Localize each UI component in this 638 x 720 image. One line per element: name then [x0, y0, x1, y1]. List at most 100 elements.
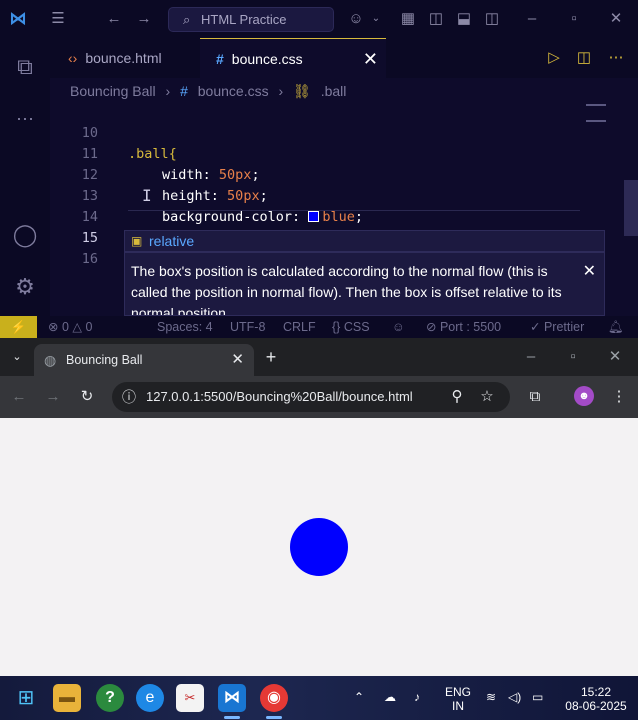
explorer-icon[interactable]: ⧉: [10, 52, 40, 82]
eol-status[interactable]: CRLF: [283, 316, 316, 338]
double-check-icon: ✓: [530, 320, 541, 334]
browser-window: ⌄ ◍ Bouncing Ball ✕ + – ▫ ✕ ← → ↻ ⓘ 127.…: [0, 338, 638, 676]
prettier-status[interactable]: ✓ Prettier: [530, 316, 584, 338]
warning-icon: △: [72, 320, 83, 334]
breadcrumb-file[interactable]: bounce.css: [198, 83, 269, 99]
battery-icon[interactable]: ▭: [532, 690, 543, 704]
minimize-icon[interactable]: –: [522, 9, 542, 29]
remote-icon[interactable]: ⚡: [0, 316, 37, 338]
close-icon[interactable]: ✕: [363, 39, 378, 79]
more-actions-icon[interactable]: ⋯: [606, 48, 626, 68]
forward-arrow-icon[interactable]: →: [42, 386, 64, 408]
warning-count: 0: [85, 320, 93, 334]
clock-time: 15:22: [580, 685, 612, 699]
reload-icon[interactable]: ↻: [76, 386, 98, 408]
editor-tabs: ‹› bounce.html # bounce.css ✕ ▷ ◫ ⋯: [50, 38, 638, 78]
minimap[interactable]: [586, 104, 606, 122]
chevron-down-icon[interactable]: ⌄: [366, 9, 386, 29]
active-app-indicator: [266, 716, 282, 719]
tab-bounce-css[interactable]: # bounce.css ✕: [200, 38, 386, 78]
copilot-status-icon[interactable]: ☺: [392, 316, 405, 338]
clock[interactable]: 15:22 08-06-2025: [560, 685, 632, 713]
info-icon: ⓘ: [122, 389, 136, 405]
wifi-icon[interactable]: ≋: [486, 690, 496, 704]
title-bar: ⋈ ☰ ← → ⌕ HTML Practice ☺ ⌄ ▦ ◫ ⬓ ◫ – ▫ …: [0, 0, 638, 38]
tab-bounce-html[interactable]: ‹› bounce.html: [50, 38, 200, 78]
breadcrumb-symbol[interactable]: .ball: [321, 83, 347, 99]
close-window-icon[interactable]: ✕: [606, 9, 626, 29]
chrome-icon[interactable]: ◉: [260, 684, 288, 712]
layout-icon[interactable]: ▦: [398, 9, 418, 29]
forward-arrow-icon[interactable]: →: [134, 9, 154, 29]
language-status[interactable]: {} CSS: [332, 316, 370, 338]
volume-icon[interactable]: ◁): [508, 690, 521, 704]
snipping-tool-icon[interactable]: ✂: [176, 684, 204, 712]
close-icon[interactable]: ✕: [231, 344, 244, 376]
close-icon[interactable]: ✕: [583, 261, 596, 282]
breadcrumb-folder[interactable]: Bouncing Ball: [70, 83, 156, 99]
hash-icon: #: [216, 51, 224, 67]
kebab-menu-icon[interactable]: ⋮: [608, 386, 630, 408]
browser-tab-strip: ⌄ ◍ Bouncing Ball ✕ + – ▫ ✕: [0, 338, 638, 376]
page-viewport: [0, 418, 638, 676]
language-label: CSS: [343, 320, 370, 334]
toggle-secondary-sidebar-icon[interactable]: ◫: [482, 9, 502, 29]
menu-icon[interactable]: ☰: [48, 9, 68, 29]
language-indicator[interactable]: ENG IN: [442, 685, 474, 713]
back-arrow-icon[interactable]: ←: [104, 9, 124, 29]
browser-tab-bouncing-ball[interactable]: ◍ Bouncing Ball ✕: [34, 344, 254, 376]
bookmark-star-icon[interactable]: ☆: [476, 386, 498, 408]
close-window-icon[interactable]: ✕: [604, 346, 626, 368]
formatter-label: Prettier: [543, 320, 585, 334]
current-line-highlight: [128, 210, 580, 211]
autocomplete-suggestion[interactable]: ▣ relative: [124, 230, 605, 252]
broadcast-icon: ⊘: [426, 320, 437, 334]
indentation-status[interactable]: Spaces: 4: [157, 316, 213, 338]
cloud-off-icon[interactable]: ☁: [384, 690, 396, 704]
scrollbar[interactable]: [624, 180, 638, 236]
settings-gear-icon[interactable]: ⚙: [10, 272, 40, 302]
code-line: 13 background-color: blue;: [50, 165, 625, 225]
lang-code: ENG: [444, 685, 471, 699]
zoom-icon[interactable]: ⚲: [446, 386, 468, 408]
command-center-label: HTML Practice: [201, 12, 287, 27]
bell-icon[interactable]: 🔔︎: [608, 316, 624, 338]
error-icon: ⊗: [48, 320, 59, 334]
minimize-icon[interactable]: –: [520, 346, 542, 368]
file-explorer-icon[interactable]: ▬: [53, 684, 81, 712]
vscode-taskbar-icon[interactable]: ⋈: [218, 684, 246, 712]
symbol-icon: ⛓: [293, 83, 311, 99]
back-arrow-icon[interactable]: ←: [8, 386, 30, 408]
account-icon[interactable]: ◯: [10, 220, 40, 250]
i-beam-cursor-icon: I: [142, 186, 152, 205]
edge-browser-icon[interactable]: e: [136, 684, 164, 712]
hash-icon: #: [180, 83, 188, 99]
windows-start-icon[interactable]: ⊞: [12, 684, 40, 712]
tab-search-chevron-icon[interactable]: ⌄: [6, 346, 28, 368]
help-icon[interactable]: ?: [96, 684, 124, 712]
live-server-status[interactable]: ⊘ Port : 5500: [426, 316, 501, 338]
run-icon[interactable]: ▷: [544, 48, 564, 68]
microphone-icon[interactable]: ♪: [414, 690, 420, 704]
chevron-right-icon: ›: [278, 83, 284, 99]
extensions-icon[interactable]: ⧉: [524, 386, 546, 408]
code-line: 14 border-radius: 50%;: [50, 186, 625, 246]
split-editor-icon[interactable]: ◫: [574, 48, 594, 68]
chevron-up-icon[interactable]: ⌃: [354, 690, 364, 704]
encoding-status[interactable]: UTF-8: [230, 316, 265, 338]
toggle-panel-icon[interactable]: ⬓: [454, 9, 474, 29]
profile-avatar[interactable]: ☻: [574, 386, 594, 406]
tab-title: Bouncing Ball: [66, 353, 143, 367]
maximize-icon[interactable]: ▫: [564, 9, 584, 29]
active-app-indicator: [224, 716, 240, 719]
new-tab-plus-icon[interactable]: +: [260, 346, 282, 368]
port-label: Port : 5500: [439, 320, 502, 334]
maximize-icon[interactable]: ▫: [562, 346, 584, 368]
problems-indicator[interactable]: ⊗ 0 △ 0: [48, 316, 92, 338]
vscode-logo-icon: ⋈: [9, 9, 27, 28]
vscode-window: ⋈ ☰ ← → ⌕ HTML Practice ☺ ⌄ ▦ ◫ ⬓ ◫ – ▫ …: [0, 0, 638, 340]
toggle-sidebar-icon[interactable]: ◫: [426, 9, 446, 29]
copilot-icon[interactable]: ☺: [346, 9, 366, 29]
more-icon[interactable]: ⋯: [10, 104, 40, 134]
command-center-search[interactable]: ⌕ HTML Practice: [168, 7, 334, 32]
